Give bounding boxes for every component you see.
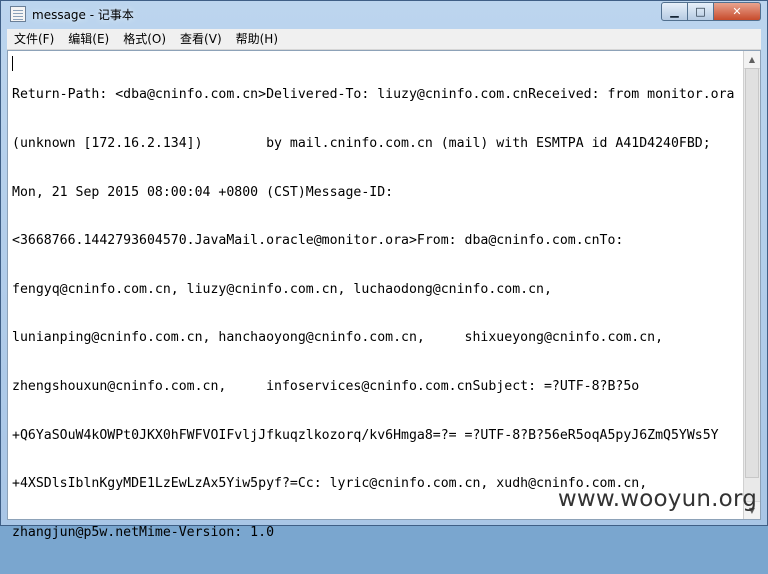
menu-bar: 文件(F) 编辑(E) 格式(O) 查看(V) 帮助(H) — [7, 29, 761, 50]
window-controls: ▁ □ ✕ — [661, 2, 761, 21]
text-line: +Q6YaSOuW4kOWPt0JKX0hFWFVOIFvljJfkuqzlko… — [12, 427, 719, 443]
text-line: (unknown [172.16.2.134]) by mail.cninfo.… — [12, 136, 711, 152]
watermark: www.wooyun.org — [557, 486, 757, 512]
menu-help[interactable]: 帮助(H) — [229, 29, 285, 49]
text-line: <3668766.1442793604570.JavaMail.oracle@m… — [12, 233, 624, 249]
text-line: Mon, 21 Sep 2015 08:00:04 +0800 (CST)Mes… — [12, 184, 394, 200]
menu-file[interactable]: 文件(F) — [7, 29, 61, 49]
window-title: message - 记事本 — [32, 7, 134, 22]
vertical-scrollbar[interactable]: ▲ ▼ — [743, 51, 760, 519]
menu-edit[interactable]: 编辑(E) — [61, 29, 116, 49]
title-bar[interactable]: message - 记事本 ▁ □ ✕ — [1, 1, 767, 27]
text-editor-area[interactable]: Return-Path: <dba@cninfo.com.cn>Delivere… — [7, 50, 761, 540]
menu-view[interactable]: 查看(V) — [173, 29, 229, 49]
menu-format[interactable]: 格式(O) — [116, 29, 173, 49]
text-line: lunianping@cninfo.com.cn, hanchaoyong@cn… — [12, 330, 664, 346]
notepad-window: message - 记事本 ▁ □ ✕ 文件(F) 编辑(E) 格式(O) 查看… — [0, 0, 768, 540]
maximize-button[interactable]: □ — [688, 2, 714, 21]
text-line: Return-Path: <dba@cninfo.com.cn>Delivere… — [12, 87, 735, 103]
text-line: fengyq@cninfo.com.cn, liuzy@cninfo.com.c… — [12, 281, 552, 297]
minimize-button[interactable]: ▁ — [661, 2, 688, 21]
scroll-up-icon[interactable]: ▲ — [744, 51, 760, 69]
text-line: zhangjun@p5w.netMime-Version: 1.0 — [12, 524, 275, 540]
close-button[interactable]: ✕ — [714, 2, 761, 21]
notepad-icon — [10, 6, 26, 22]
text-line: zhengshouxun@cninfo.com.cn, infoservices… — [12, 379, 640, 395]
scroll-thumb[interactable] — [745, 68, 759, 478]
